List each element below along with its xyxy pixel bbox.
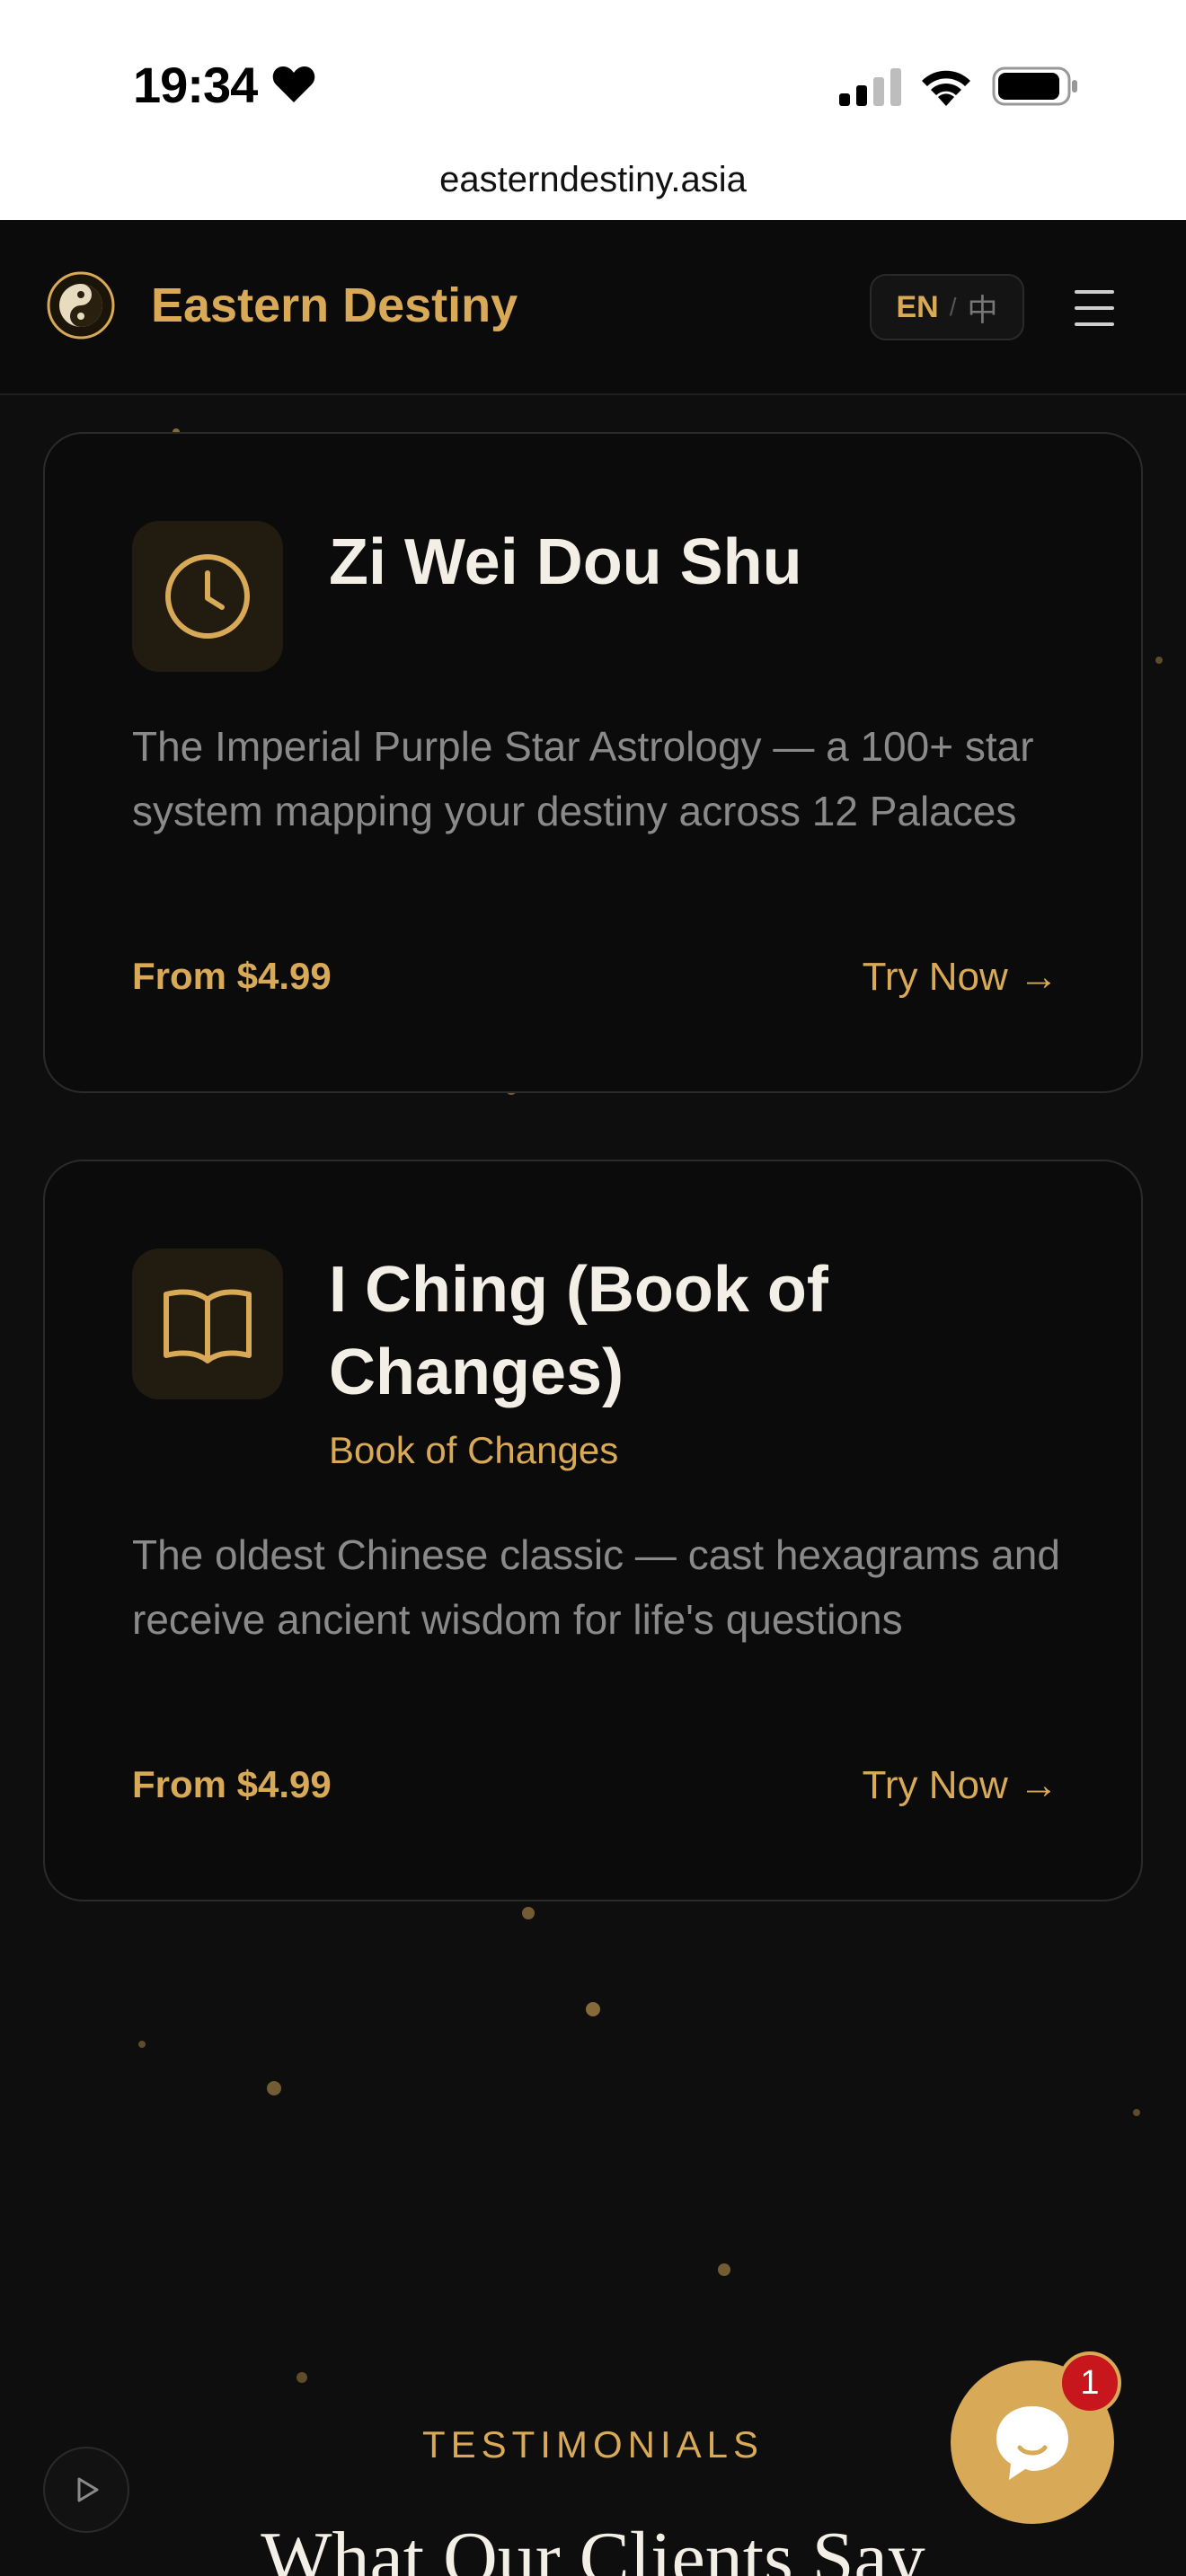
chat-bubble-icon (996, 2406, 1068, 2480)
card-title: I Ching (Book of Changes) (329, 1254, 828, 1408)
try-now-link[interactable]: Try Now → (863, 955, 1058, 1000)
lang-zh-option[interactable]: 中 (968, 286, 998, 330)
card-title: Zi Wei Dou Shu (329, 526, 802, 598)
testimonials-heading: What Our Clients Say (261, 2517, 925, 2576)
play-icon (77, 2477, 99, 2502)
heart-icon (272, 66, 315, 102)
lang-en-option[interactable]: EN (896, 290, 938, 325)
hamburger-menu-icon[interactable] (1075, 290, 1114, 326)
brand-name[interactable]: Eastern Destiny (151, 278, 518, 333)
service-card-zi-wei-dou-shu[interactable]: Zi Wei Dou Shu The Imperial Purple Star … (43, 432, 1143, 1093)
battery-icon (992, 66, 1077, 106)
status-time: 19:34 (133, 57, 258, 113)
cellular-signal-icon (839, 68, 901, 106)
language-toggle[interactable]: EN / 中 (870, 274, 1024, 340)
yin-yang-logo-icon[interactable] (47, 271, 115, 340)
site-header: Eastern Destiny EN / 中 (0, 220, 1186, 395)
card-price: From $4.99 (132, 955, 332, 997)
lang-separator: / (949, 293, 957, 321)
card-subtitle: Book of Changes (329, 1429, 619, 1471)
service-card-i-ching[interactable]: I Ching (Book of Changes) Book of Change… (43, 1160, 1143, 1901)
chat-notification-badge: 1 (1058, 2351, 1121, 2414)
address-bar-url[interactable]: easterndestiny.asia (0, 160, 1186, 200)
card-description: The Imperial Purple Star Astrology — a 1… (132, 723, 1034, 834)
card-description: The oldest Chinese classic — cast hexagr… (132, 1531, 1060, 1643)
status-bar: 19:34 easterndestiny.asia (0, 0, 1186, 220)
play-music-button[interactable] (43, 2447, 129, 2533)
book-icon (132, 1248, 283, 1399)
clock-icon (132, 521, 283, 672)
try-now-link[interactable]: Try Now → (863, 1763, 1058, 1808)
card-price: From $4.99 (132, 1763, 332, 1805)
wifi-icon (922, 70, 970, 106)
